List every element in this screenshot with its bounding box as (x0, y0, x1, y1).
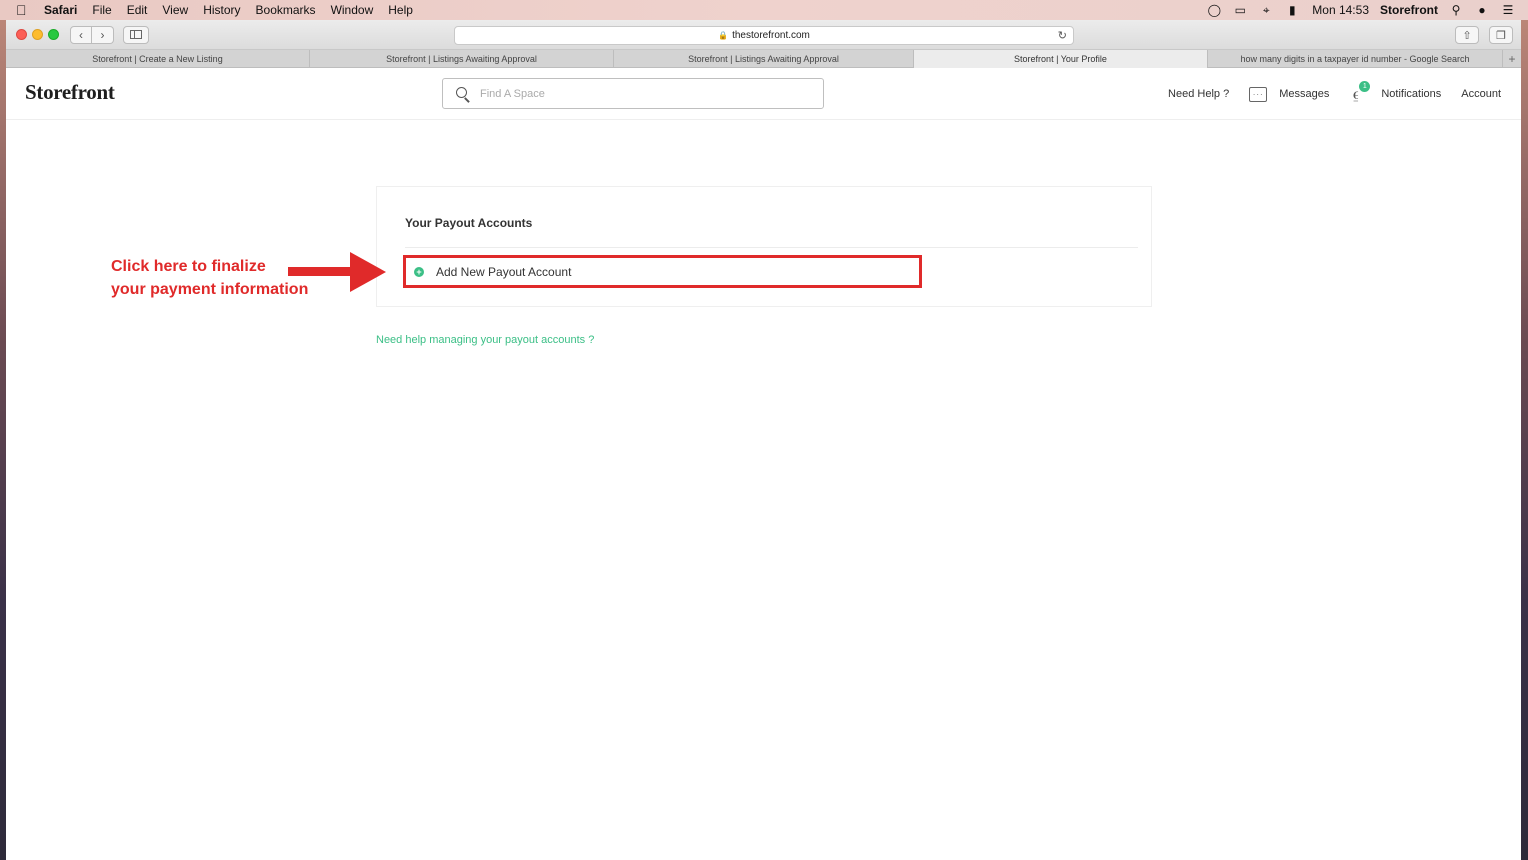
notifications-link[interactable]: Notifications (1381, 88, 1441, 100)
toolbar-right: ⇧ ❐ (1445, 26, 1513, 44)
menu-window[interactable]: Window (331, 3, 374, 17)
shield-icon[interactable]: ◯ (1206, 3, 1222, 17)
tabs-overview-icon: ❐ (1496, 29, 1506, 42)
zoom-window-button[interactable] (48, 29, 59, 40)
menu-help[interactable]: Help (388, 3, 413, 17)
storefront-logo[interactable]: Storefront (25, 80, 115, 105)
menubar-clock[interactable]: Mon 14:53 (1312, 3, 1369, 17)
tab-title: Storefront | Listings Awaiting Approval (688, 54, 839, 64)
tab-title: Storefront | Listings Awaiting Approval (386, 54, 537, 64)
card-divider (405, 247, 1138, 248)
address-bar[interactable]: 🔒 thestorefront.com ↻ (454, 26, 1074, 45)
payout-accounts-card: Your Payout Accounts + Add New Payout Ac… (376, 186, 1152, 307)
apple-icon[interactable]:  (16, 3, 32, 17)
tab-title: how many digits in a taxpayer id number … (1240, 54, 1470, 64)
history-nav: ‹ › (70, 25, 114, 44)
search-input[interactable] (480, 87, 800, 100)
add-new-payout-account-label: Add New Payout Account (436, 264, 572, 279)
show-tabs-button[interactable]: ❐ (1489, 26, 1513, 44)
menu-app-safari[interactable]: Safari (44, 3, 77, 17)
tab-title: Storefront | Your Profile (1014, 54, 1107, 64)
close-window-button[interactable] (16, 29, 27, 40)
site-header: Storefront Need Help ? ··· Messages ⍷ 1 … (6, 68, 1521, 120)
payout-help-link[interactable]: Need help managing your payout accounts … (376, 334, 594, 346)
back-button[interactable]: ‹ (70, 25, 92, 44)
tab-google-search[interactable]: how many digits in a taxpayer id number … (1208, 50, 1503, 68)
notification-center-icon[interactable]: ☰ (1500, 3, 1516, 17)
menu-view[interactable]: View (162, 3, 188, 17)
sidebar-icon (130, 30, 142, 39)
url-text: thestorefront.com (732, 30, 810, 41)
tab-create-listing[interactable]: Storefront | Create a New Listing (6, 50, 310, 68)
minimize-window-button[interactable] (32, 29, 43, 40)
share-button[interactable]: ⇧ (1455, 26, 1479, 44)
notifications-badge: 1 (1359, 81, 1371, 92)
tab-listings-awaiting-2[interactable]: Storefront | Listings Awaiting Approval (614, 50, 914, 68)
window-controls (16, 29, 64, 40)
plus-circle-icon: + (414, 266, 424, 277)
siri-icon[interactable]: ● (1474, 3, 1490, 17)
search-box[interactable] (442, 78, 824, 109)
new-tab-button[interactable]: + (1503, 50, 1521, 68)
tab-your-profile[interactable]: Storefront | Your Profile (914, 50, 1208, 68)
need-help-link[interactable]: Need Help ? (1168, 88, 1229, 100)
reload-icon[interactable]: ↻ (1058, 29, 1067, 42)
payout-accounts-title: Your Payout Accounts (405, 216, 533, 230)
wifi-icon[interactable]: ⌖ (1258, 3, 1274, 17)
macos-menubar:  Safari File Edit View History Bookmark… (0, 0, 1528, 20)
plus-icon: + (1508, 52, 1516, 66)
battery-icon[interactable]: ▮ (1284, 3, 1300, 17)
sidebar-toggle-button[interactable] (123, 25, 149, 44)
menu-file[interactable]: File (92, 3, 111, 17)
browser-toolbar: ‹ › 🔒 thestorefront.com ↻ ⇧ ❐ (6, 20, 1521, 50)
menu-edit[interactable]: Edit (127, 3, 148, 17)
chevron-left-icon: ‹ (79, 27, 83, 42)
notifications-bell[interactable]: ⍷ 1 (1349, 81, 1371, 104)
airplay-icon[interactable]: ▭ (1232, 3, 1248, 17)
menubar-status-area: ◯ ▭ ⌖ ▮ Mon 14:53 Storefront ⚲ ● ☰ (1196, 3, 1516, 18)
chevron-right-icon: › (100, 27, 105, 42)
menu-bookmarks[interactable]: Bookmarks (256, 3, 316, 17)
search-icon (456, 86, 470, 101)
forward-button[interactable]: › (92, 25, 114, 44)
tab-listings-awaiting-1[interactable]: Storefront | Listings Awaiting Approval (310, 50, 614, 68)
spotlight-search-icon[interactable]: ⚲ (1448, 3, 1464, 17)
header-nav: Need Help ? ··· Messages ⍷ 1 Notificatio… (1168, 68, 1521, 120)
menu-history[interactable]: History (203, 3, 240, 17)
messages-link[interactable]: Messages (1279, 88, 1329, 100)
messages-icon[interactable]: ··· (1249, 86, 1268, 102)
tab-title: Storefront | Create a New Listing (92, 54, 223, 64)
page-content: Storefront Need Help ? ··· Messages ⍷ 1 … (6, 68, 1521, 838)
safari-window: ‹ › 🔒 thestorefront.com ↻ ⇧ ❐ Storefront… (6, 20, 1521, 860)
share-icon: ⇧ (1462, 29, 1472, 42)
annotation-arrow-icon (288, 252, 386, 292)
menubar-user[interactable]: Storefront (1380, 3, 1438, 17)
add-new-payout-account-button[interactable]: + Add New Payout Account (403, 255, 922, 288)
lock-icon: 🔒 (718, 31, 729, 40)
account-link[interactable]: Account (1461, 88, 1501, 100)
tab-bar: Storefront | Create a New Listing Storef… (6, 50, 1521, 68)
